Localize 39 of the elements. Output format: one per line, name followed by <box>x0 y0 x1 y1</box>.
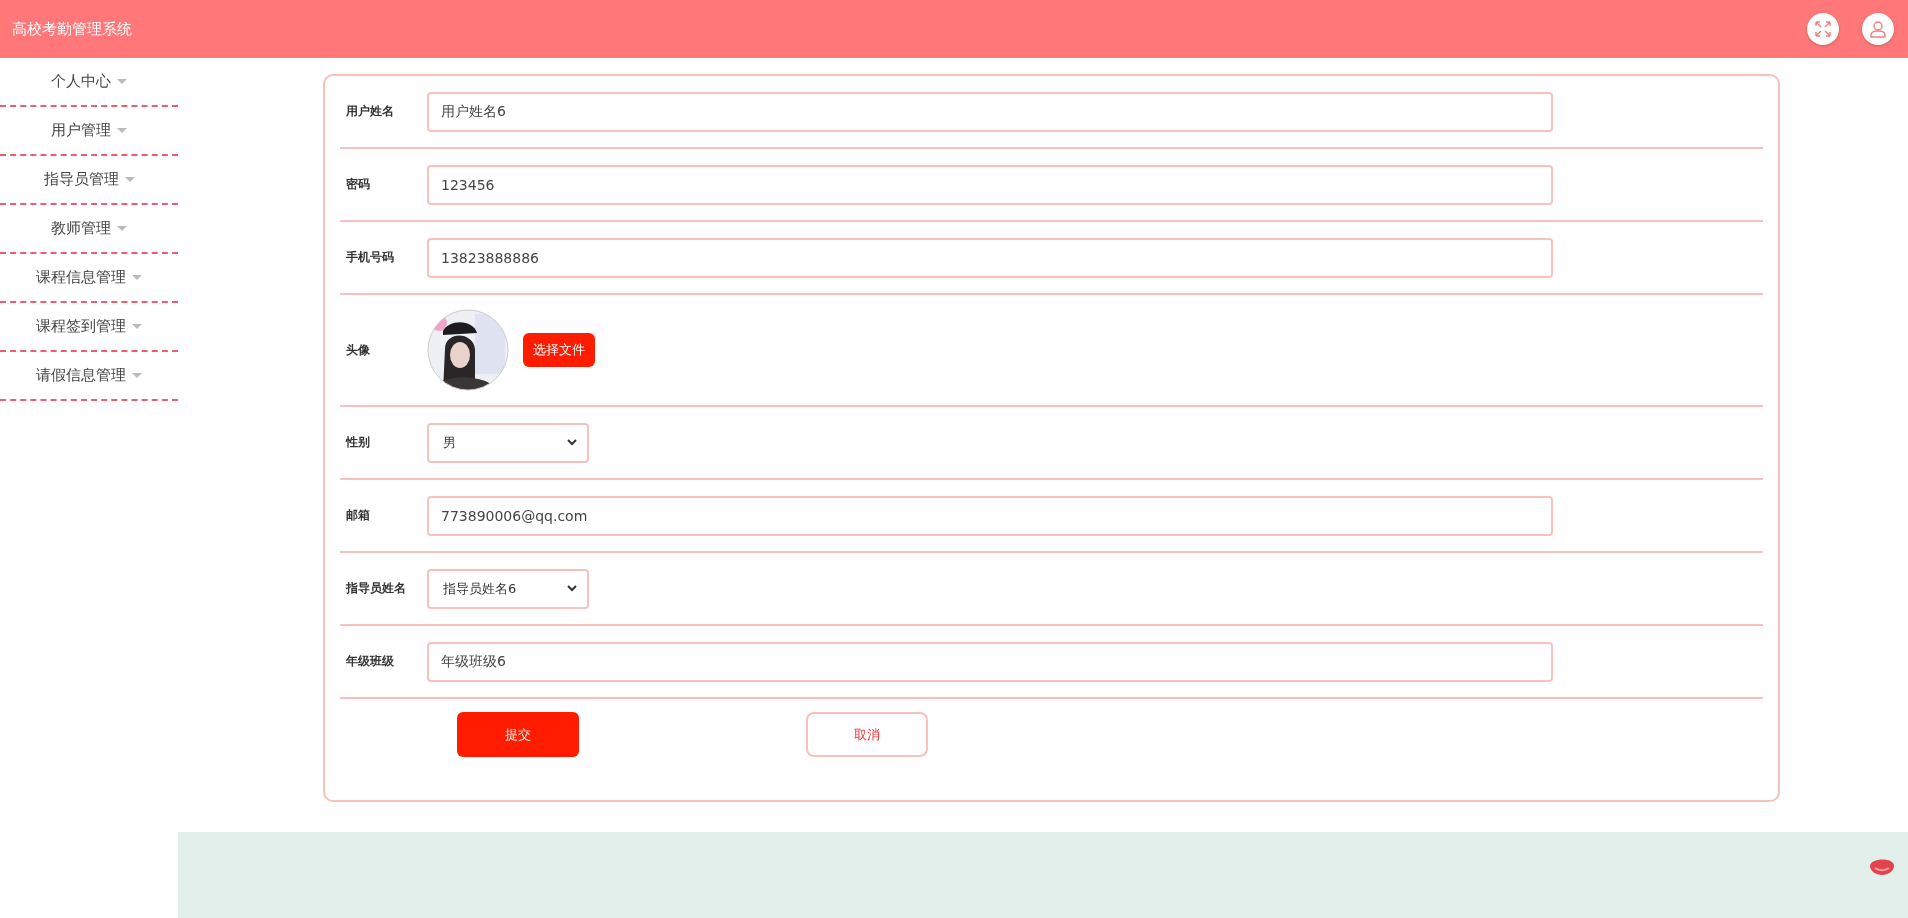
sidebar-item[interactable]: 用户管理 <box>0 107 178 156</box>
sidebar-item[interactable]: 课程签到管理 <box>0 303 178 352</box>
field-label: 性别 <box>344 434 371 451</box>
field-label: 头像 <box>345 341 371 359</box>
field-label: 邮箱 <box>345 507 371 524</box>
field-label: 密码 <box>345 176 371 193</box>
choose-file-button[interactable]: 选择文件 <box>523 333 595 367</box>
select-field[interactable]: 指导员姓名6 <box>427 568 589 609</box>
input-field[interactable]: 13823888886 <box>427 237 1553 278</box>
user-icon <box>1869 20 1887 38</box>
app-title: 高校考勤管理系统 <box>12 19 132 39</box>
input-field[interactable]: 123456 <box>427 164 1553 205</box>
caret-icon <box>117 225 127 232</box>
sidebar-item[interactable]: 请假信息管理 <box>0 352 178 401</box>
field-label: 用户姓名 <box>345 103 395 120</box>
cancel-button[interactable]: 取消 <box>806 712 928 757</box>
select-field[interactable]: 男 <box>427 422 589 463</box>
fullscreen-icon <box>1814 20 1832 38</box>
chevron-icon <box>567 585 577 592</box>
caret-icon <box>124 176 135 183</box>
input-field[interactable]: 773890006@qq.com <box>427 495 1553 536</box>
caret-icon <box>132 274 142 281</box>
submit-button[interactable]: 提交 <box>457 712 579 757</box>
caret-icon <box>132 372 142 379</box>
sidebar-item[interactable]: 教师管理 <box>0 205 178 254</box>
sidebar-item[interactable]: 指导员管理 <box>0 156 178 205</box>
caret-icon <box>117 78 127 85</box>
caret-icon <box>132 323 142 330</box>
sidebar-item[interactable]: 课程信息管理 <box>0 254 178 303</box>
input-field[interactable]: 年级班级6 <box>427 641 1553 682</box>
user-button[interactable] <box>1862 13 1894 45</box>
caret-icon <box>117 127 127 134</box>
field-label: 指导员姓名 <box>345 580 407 597</box>
field-label: 年级班级 <box>345 653 395 670</box>
fullscreen-button[interactable] <box>1807 13 1839 45</box>
chevron-icon <box>567 439 577 446</box>
field-label: 手机号码 <box>345 249 395 266</box>
sidebar-item[interactable]: 个人中心 <box>0 58 178 107</box>
input-field[interactable]: 用户姓名6 <box>427 91 1553 132</box>
